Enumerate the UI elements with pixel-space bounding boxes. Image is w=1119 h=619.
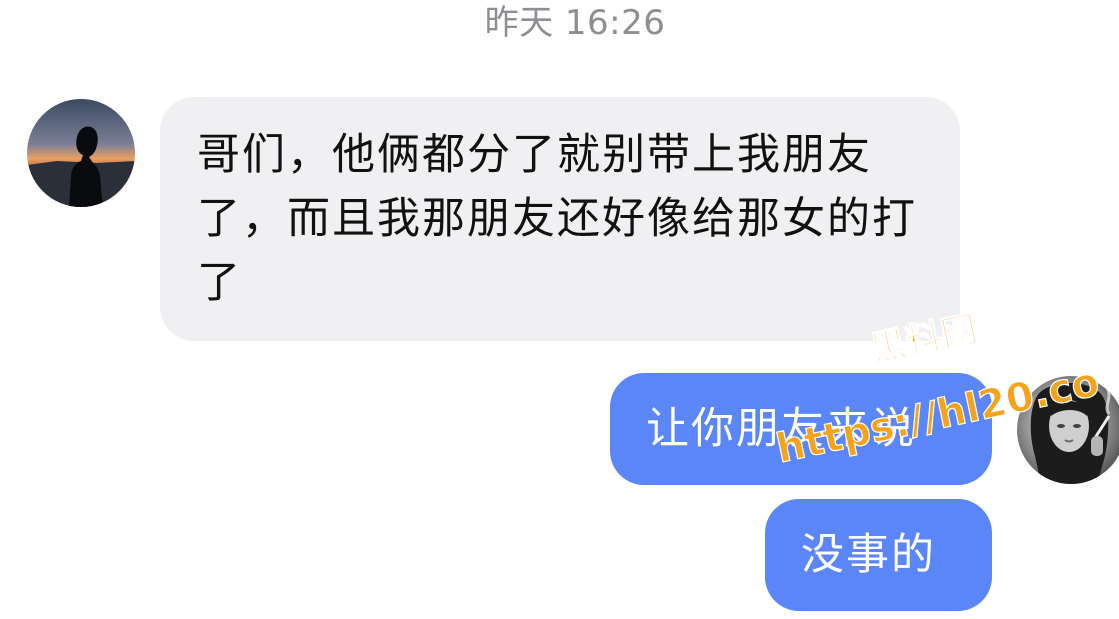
- outgoing-message-text: 让你朋友来说: [646, 404, 916, 454]
- outgoing-message-text: 没事的: [801, 530, 936, 580]
- contact-avatar[interactable]: [27, 99, 135, 207]
- incoming-message-bubble[interactable]: 哥们，他俩都分了就别带上我朋友了，而且我那朋友还好像给那女的打了: [160, 97, 960, 341]
- incoming-message-text: 哥们，他俩都分了就别带上我朋友了，而且我那朋友还好像给那女的打了: [197, 130, 917, 308]
- smoking-girl-avatar-icon: [1017, 376, 1119, 484]
- outgoing-message-bubble[interactable]: 让你朋友来说: [610, 373, 992, 485]
- silhouette-sunset-avatar-icon: [27, 99, 135, 207]
- outgoing-message-bubble[interactable]: 没事的: [765, 499, 992, 611]
- user-avatar[interactable]: [1017, 376, 1119, 484]
- message-timestamp: 昨天 16:26: [484, 3, 666, 43]
